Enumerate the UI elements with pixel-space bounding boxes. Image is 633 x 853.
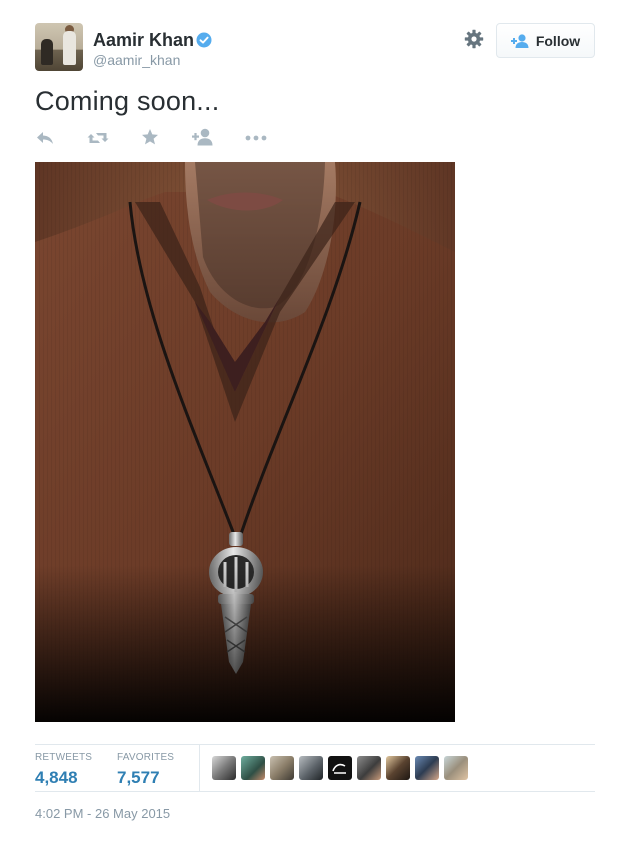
user-avatar[interactable] xyxy=(35,23,83,71)
retweets-label: RETWEETS xyxy=(35,752,93,763)
follow-button-label: Follow xyxy=(535,32,581,49)
retweet-icon xyxy=(87,133,109,143)
favoriter-avatar[interactable] xyxy=(328,756,352,780)
retweets-stat[interactable]: RETWEETS 4,848 xyxy=(35,752,92,788)
favoriter-avatar[interactable] xyxy=(270,756,294,780)
reply-button[interactable] xyxy=(35,128,55,148)
poster-artwork xyxy=(35,162,455,722)
add-user-icon xyxy=(510,33,529,48)
favorites-count: 7,577 xyxy=(117,768,160,787)
favoriter-avatar[interactable] xyxy=(415,756,439,780)
favoriter-avatar[interactable] xyxy=(212,756,236,780)
favoriter-avatar[interactable] xyxy=(241,756,265,780)
reply-icon xyxy=(37,132,53,144)
stats-divider-bottom xyxy=(35,791,595,792)
follow-button[interactable]: Follow xyxy=(496,23,595,58)
favoriter-avatar[interactable] xyxy=(444,756,468,780)
tweet-card: Aamir Khan @aamir_khan Follow Coming soo… xyxy=(0,0,633,853)
avatar-figure xyxy=(41,39,53,65)
gear-icon[interactable] xyxy=(464,29,484,49)
tweet-media-image[interactable] xyxy=(35,162,455,722)
stats-divider-top xyxy=(35,744,595,745)
favoriter-avatar[interactable] xyxy=(357,756,381,780)
more-options-button[interactable] xyxy=(245,128,267,148)
favoriter-avatar[interactable] xyxy=(386,756,410,780)
verified-badge-icon xyxy=(196,32,212,48)
retweets-count: 4,848 xyxy=(35,768,78,787)
star-icon xyxy=(142,129,158,145)
tweet-timestamp[interactable]: 4:02 PM - 26 May 2015 xyxy=(35,806,170,821)
add-user-icon xyxy=(192,128,213,146)
user-display-name[interactable]: Aamir Khan xyxy=(93,30,194,51)
retweet-button[interactable] xyxy=(87,128,109,148)
stats-vertical-divider xyxy=(199,745,200,791)
favoriter-avatar[interactable] xyxy=(299,756,323,780)
follow-user-action-button[interactable] xyxy=(192,128,214,148)
avatar-figure xyxy=(63,31,76,65)
user-handle[interactable]: @aamir_khan xyxy=(93,52,180,68)
favorite-button[interactable] xyxy=(141,128,159,148)
favorites-label: FAVORITES xyxy=(117,752,175,763)
brand-logo-icon xyxy=(332,763,346,774)
tweet-text: Coming soon... xyxy=(35,86,220,116)
more-dots-icon xyxy=(245,135,267,141)
favorites-stat[interactable]: FAVORITES 7,577 xyxy=(117,752,174,788)
